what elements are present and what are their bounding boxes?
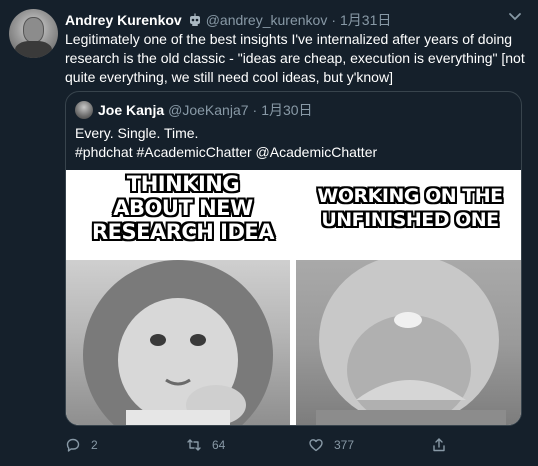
- chevron-down-icon[interactable]: [507, 11, 523, 23]
- separator-dot: ·: [331, 12, 336, 28]
- avatar-body: [15, 41, 52, 58]
- quote-separator-dot: ·: [252, 102, 258, 118]
- avatar-face: [23, 17, 44, 43]
- share-button[interactable]: [431, 436, 457, 454]
- reply-count: 2: [91, 438, 98, 452]
- author-avatar[interactable]: [9, 9, 58, 58]
- quote-author-name[interactable]: Joe Kanja: [98, 102, 164, 118]
- reply-icon: [66, 438, 80, 452]
- tweet-header: Andrey Kurenkov @andrey_kurenkov · 1月31日: [65, 11, 391, 29]
- like-button[interactable]: 377: [308, 436, 354, 454]
- tweet-date[interactable]: 1月31日: [340, 10, 391, 30]
- tweet-text: Legitimately one of the best insights I'…: [65, 31, 525, 85]
- author-handle[interactable]: @andrey_kurenkov: [206, 12, 328, 28]
- quoted-tweet[interactable]: Joe Kanja @JoeKanja7 · 1月30日 Every. Sing…: [65, 91, 522, 426]
- meme-caption-right: WORKING ON THE UNFINISHED ONE: [317, 185, 503, 231]
- meme-panel-working: [296, 260, 521, 425]
- quote-author-avatar[interactable]: [75, 101, 93, 119]
- quote-header: Joe Kanja @JoeKanja7 · 1月30日: [75, 101, 313, 119]
- retweet-button[interactable]: 64: [186, 436, 225, 454]
- retweet-count: 64: [212, 438, 226, 452]
- quote-line-1: Every. Single. Time.: [75, 125, 199, 141]
- tweet-actions: 2 64 377: [65, 436, 525, 454]
- robot-icon: [189, 13, 200, 26]
- girl-thinking-illustration: [83, 260, 273, 425]
- author-name[interactable]: Andrey Kurenkov: [65, 12, 182, 28]
- quote-text: Every. Single. Time. #phdchat #AcademicC…: [75, 124, 515, 162]
- quote-hashtags[interactable]: #phdchat #AcademicChatter @AcademicChatt…: [75, 143, 515, 162]
- like-count: 377: [334, 438, 355, 452]
- quote-date[interactable]: 1月30日: [261, 100, 312, 120]
- tweet-card[interactable]: Andrey Kurenkov @andrey_kurenkov · 1月31日…: [0, 0, 538, 466]
- heart-icon: [309, 439, 323, 452]
- meme-image[interactable]: THINKING ABOUT NEW RESEARCH IDEA WORKING…: [66, 170, 521, 425]
- meme-caption-left: THINKING ABOUT NEW RESEARCH IDEA: [91, 172, 275, 244]
- reply-button[interactable]: 2: [65, 436, 98, 454]
- meme-panel-thinking: [66, 260, 290, 425]
- quote-author-handle[interactable]: @JoeKanja7: [168, 102, 248, 118]
- girl-frustrated-illustration: [316, 260, 506, 425]
- retweet-icon: [187, 439, 201, 451]
- share-icon: [433, 438, 445, 452]
